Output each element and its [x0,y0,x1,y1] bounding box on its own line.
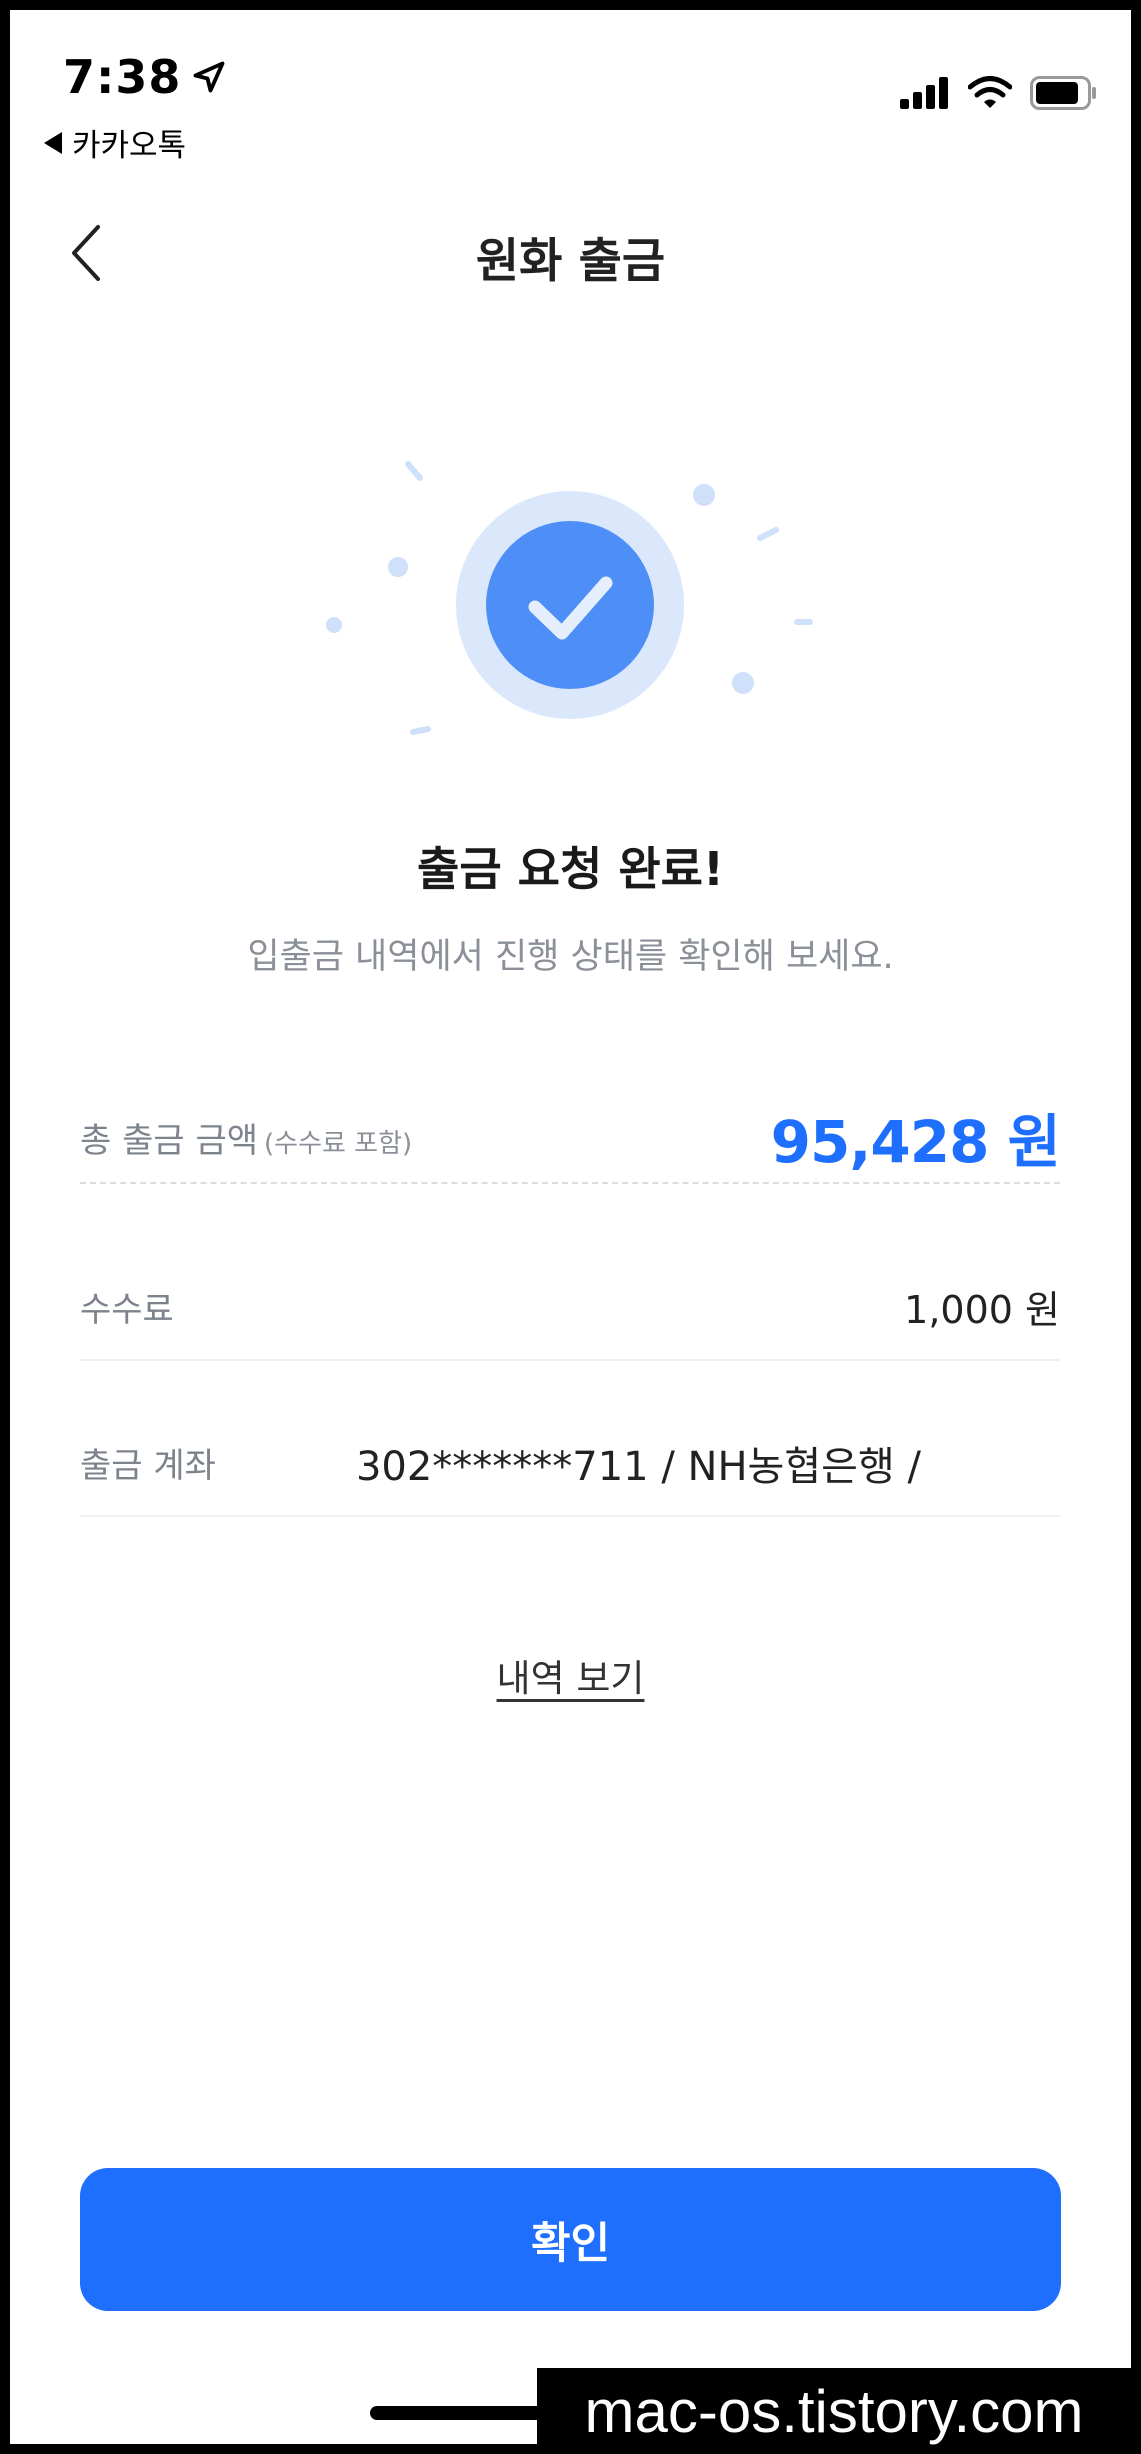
fee-label: 수수료 [80,1290,174,1330]
check-success-icon [326,461,813,735]
confirm-button[interactable]: 확인 [80,2168,1061,2311]
total-amount: 95,428 원 [770,1108,1061,1176]
fee-value: 1,000 원 [904,1288,1060,1332]
wifi-icon [968,76,1012,108]
view-history-link[interactable]: 내역 보기 [497,1657,645,1700]
total-label: 총 출금 금액 [80,1120,259,1161]
back-triangle-icon [44,131,62,154]
page-title: 원화 출금 [475,234,666,289]
account-value: 302*******711 / NH농협은행 / [355,1443,921,1490]
fee-row: 수수료 1,000 원 [80,1254,1060,1361]
back-to-app[interactable]: 카카오톡 [44,120,186,165]
status-time-text: 7:38 [63,50,182,104]
history-link-wrap: 내역 보기 [10,1648,1131,1702]
account-row: 출금 계좌 302*******711 / NH농협은행 / [80,1410,1060,1517]
total-note: (수수료 포함) [264,1128,413,1159]
total-label-group: 총 출금 금액 (수수료 포함) [80,1113,412,1162]
result-subtitle: 입출금 내역에서 진행 상태를 확인해 보세요. [247,937,894,977]
battery-icon [1030,76,1096,110]
screen: 7:38 카카오톡 원화 출금 출금 요청 완료! 입출금 내역에서 진행 상태… [10,10,1131,2444]
total-amount-row: 총 출금 금액 (수수료 포함) 95,428 원 [80,1092,1061,1184]
watermark: mac-os.tistory.com [537,2368,1131,2454]
location-arrow-icon [193,61,225,93]
status-icons [900,76,1098,110]
account-label: 출금 계좌 [80,1446,216,1486]
signal-icon [900,77,948,109]
status-time: 7:38 [63,50,227,104]
result-title: 출금 요청 완료! [417,842,724,896]
back-app-label: 카카오톡 [72,128,187,164]
